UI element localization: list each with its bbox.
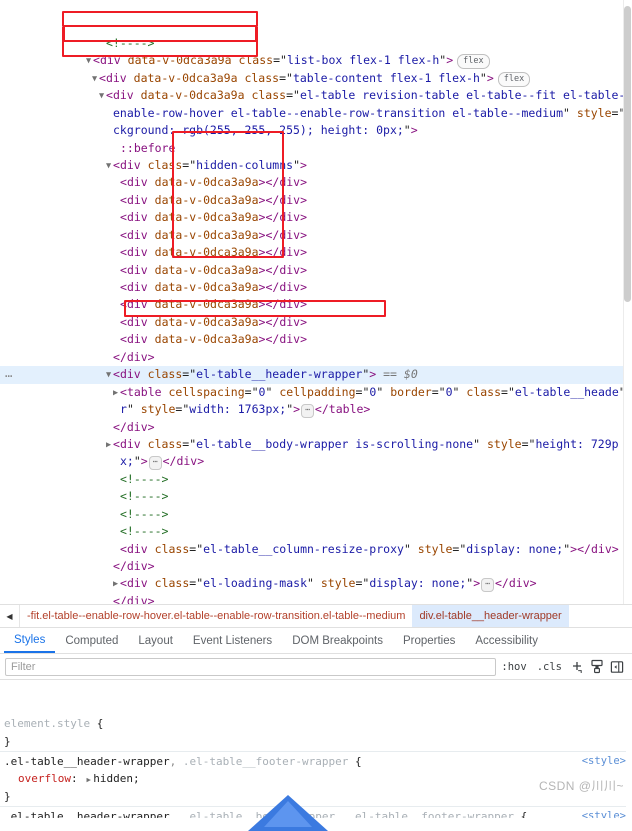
expand-ellipsis-button[interactable]: ⋯: [301, 404, 314, 419]
chevron-left-icon: ◀: [6, 611, 13, 621]
tab-event-listeners[interactable]: Event Listeners: [183, 628, 282, 653]
dom-tree-node[interactable]: <div data-v-0dca3a9a></div>: [0, 244, 632, 261]
dom-node-expander[interactable]: [97, 88, 106, 105]
annotation-box-list-box: [62, 11, 258, 27]
dom-node-expander[interactable]: [104, 367, 113, 384]
dom-tree-node[interactable]: </div>: [0, 558, 632, 575]
dom-tree-node[interactable]: <div data-v-0dca3a9a class="el-table rev…: [0, 87, 632, 104]
dom-tree-node[interactable]: r" style="width: 1763px;"> ⋯ </table>: [0, 401, 632, 419]
tab-layout[interactable]: Layout: [128, 628, 183, 653]
expand-ellipsis-button[interactable]: ⋯: [148, 456, 162, 471]
flex-badge[interactable]: flex: [457, 54, 490, 70]
dom-tree-node[interactable]: <div class="hidden-columns">: [0, 157, 632, 174]
annotation-connector-right: [255, 27, 258, 41]
dom-tree-lines: <!----><div data-v-0dca3a9a class="list-…: [0, 35, 632, 604]
dom-tree-node[interactable]: <div class="el-table__body-wrapper is-sc…: [0, 436, 632, 453]
dom-tree-node[interactable]: </div>: [0, 349, 632, 366]
styles-tab-bar: Styles Computed Layout Event Listeners D…: [0, 628, 632, 654]
dom-tree-node[interactable]: <div data-v-0dca3a9a></div>: [0, 209, 632, 226]
css-selector-part[interactable]: .el-table__footer-wrapper: [183, 755, 349, 768]
dom-tree-node[interactable]: <div data-v-0dca3a9a></div>: [0, 331, 632, 348]
css-rule-selector: element.style {: [4, 717, 104, 731]
dom-tree-node[interactable]: <div data-v-0dca3a9a></div>: [0, 296, 632, 313]
expand-shorthand-icon[interactable]: [84, 771, 93, 788]
blue-triangle-artifact-inner: [264, 801, 312, 827]
dom-tree-node[interactable]: </div>: [0, 419, 632, 436]
css-selector-part[interactable]: ,: [335, 810, 348, 818]
css-property[interactable]: overflow: [4, 772, 71, 785]
cls-toggle-button[interactable]: .cls: [532, 661, 567, 673]
css-selector-part[interactable]: ,: [170, 810, 183, 818]
dom-tree-node[interactable]: <!---->: [0, 35, 632, 52]
dom-tree-pane[interactable]: <!----><div data-v-0dca3a9a class="list-…: [0, 0, 632, 604]
dom-tree-node[interactable]: <table cellspacing="0" cellpadding="0" b…: [0, 384, 632, 401]
css-selector-part[interactable]: element.style: [4, 717, 90, 730]
css-value[interactable]: hidden: [93, 772, 133, 785]
toggle-styles-sidebar-button[interactable]: [607, 657, 627, 677]
dom-tree-node[interactable]: <div data-v-0dca3a9a></div>: [0, 314, 632, 331]
css-rule-origin[interactable]: <style>: [582, 753, 626, 770]
dom-node-expander[interactable]: [90, 71, 99, 88]
dom-tree-node[interactable]: <div data-v-0dca3a9a></div>: [0, 174, 632, 191]
dom-tree-node[interactable]: <div class="el-loading-mask" style="disp…: [0, 575, 632, 593]
breadcrumb-scroll-left-button[interactable]: ◀: [0, 605, 20, 627]
breadcrumb-item-table[interactable]: -fit.el-table--enable-row-hover.el-table…: [20, 605, 412, 627]
dom-tree-node[interactable]: <div data-v-0dca3a9a></div>: [0, 279, 632, 296]
dom-tree-node[interactable]: <!---->: [0, 506, 632, 523]
expand-ellipsis-button[interactable]: ⋯: [481, 578, 494, 593]
plus-icon: [573, 661, 582, 673]
dom-tree-node[interactable]: <div class="el-table__column-resize-prox…: [0, 541, 632, 558]
breadcrumb-item-header-wrapper[interactable]: div.el-table__header-wrapper: [412, 605, 569, 627]
dom-tree-node[interactable]: enable-row-hover el-table--enable-row-tr…: [0, 105, 632, 122]
dom-tree-node[interactable]: <!---->: [0, 523, 632, 540]
dom-node-expander[interactable]: [84, 53, 93, 70]
dom-tree-node[interactable]: <div data-v-0dca3a9a></div>: [0, 227, 632, 244]
tab-properties[interactable]: Properties: [393, 628, 465, 653]
dom-tree-node[interactable]: <!---->: [0, 488, 632, 505]
css-selector-part[interactable]: .el-table__header-wrapper: [4, 755, 170, 768]
dom-node-expander[interactable]: [104, 437, 113, 454]
flex-badge[interactable]: flex: [497, 71, 531, 87]
tab-styles[interactable]: Styles: [4, 628, 56, 653]
dom-tree-node[interactable]: <div data-v-0dca3a9a class="list-box fle…: [0, 52, 632, 70]
css-selector-part[interactable]: .el-table__header-wrapper: [4, 810, 170, 818]
css-rule-origin[interactable]: <style>: [582, 808, 626, 818]
tab-computed[interactable]: Computed: [55, 628, 128, 653]
computed-styles-button[interactable]: [587, 657, 607, 677]
dom-tree-scrollbar-thumb[interactable]: [624, 6, 631, 302]
css-rule-close-brace: }: [4, 734, 11, 748]
styles-filter-bar: :hov .cls: [0, 654, 632, 680]
dom-tree-node[interactable]: ckground: rgb(255, 255, 255); height: 0p…: [0, 122, 632, 139]
dom-tree-scrollbar[interactable]: [623, 0, 632, 604]
dom-node-expander[interactable]: [104, 158, 113, 175]
dom-tree-node[interactable]: ⋯<div class="el-table__header-wrapper"> …: [0, 366, 632, 384]
css-selector-part[interactable]: .el-table__footer-wrapper: [348, 810, 514, 818]
new-style-rule-button[interactable]: [567, 657, 587, 677]
csdn-watermark: CSDN @川川~: [538, 779, 624, 793]
css-rule: element.style {}: [0, 714, 632, 750]
dom-tree-node[interactable]: x;"> ⋯ </div>: [0, 453, 632, 471]
hov-toggle-button[interactable]: :hov: [496, 661, 531, 673]
dom-node-expander[interactable]: [111, 576, 120, 593]
dom-tree-node[interactable]: <!---->: [0, 471, 632, 488]
dom-tree-node[interactable]: <div data-v-0dca3a9a></div>: [0, 192, 632, 209]
tab-dom-breakpoints[interactable]: DOM Breakpoints: [282, 628, 393, 653]
dom-tree-node[interactable]: ::before: [0, 140, 632, 157]
tab-accessibility[interactable]: Accessibility: [465, 628, 548, 653]
dom-tree-node[interactable]: <div data-v-0dca3a9a class="table-conten…: [0, 70, 632, 87]
paint-brush-icon: [591, 659, 603, 674]
panel-toggle-icon: [610, 660, 624, 673]
annotation-connector-left: [62, 27, 65, 41]
css-rule-selector: .el-table__header-wrapper, .el-table__fo…: [4, 754, 362, 768]
styles-filter-input[interactable]: [5, 657, 497, 676]
breadcrumb: ◀ -fit.el-table--enable-row-hover.el-tab…: [0, 604, 632, 628]
dom-node-expander[interactable]: [111, 385, 120, 402]
styles-pane-scrollbar[interactable]: [626, 680, 632, 818]
css-selector-part[interactable]: ,: [170, 755, 183, 768]
dom-tree-node[interactable]: </div>: [0, 593, 632, 604]
dom-tree-node[interactable]: <div data-v-0dca3a9a></div>: [0, 262, 632, 279]
css-declaration[interactable]: overflow: hidden;: [0, 770, 632, 788]
